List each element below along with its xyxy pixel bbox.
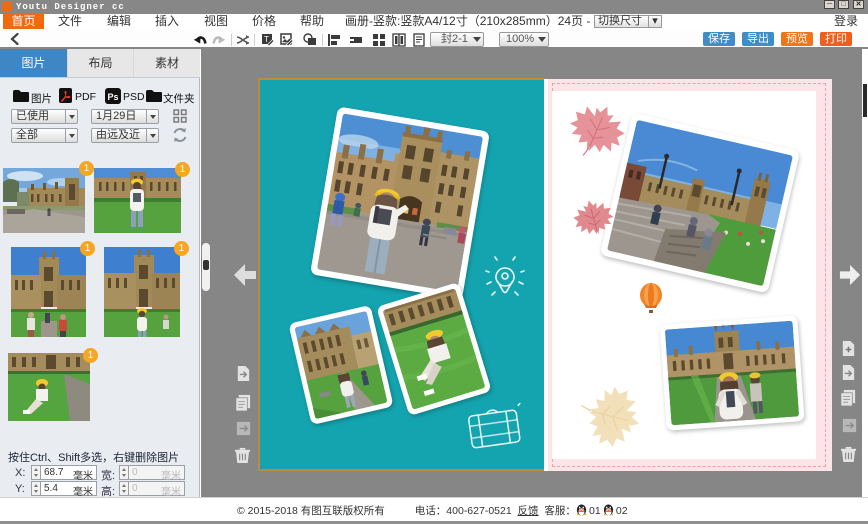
svg-text:Ps: Ps xyxy=(108,92,119,102)
svg-text:T: T xyxy=(264,35,269,44)
